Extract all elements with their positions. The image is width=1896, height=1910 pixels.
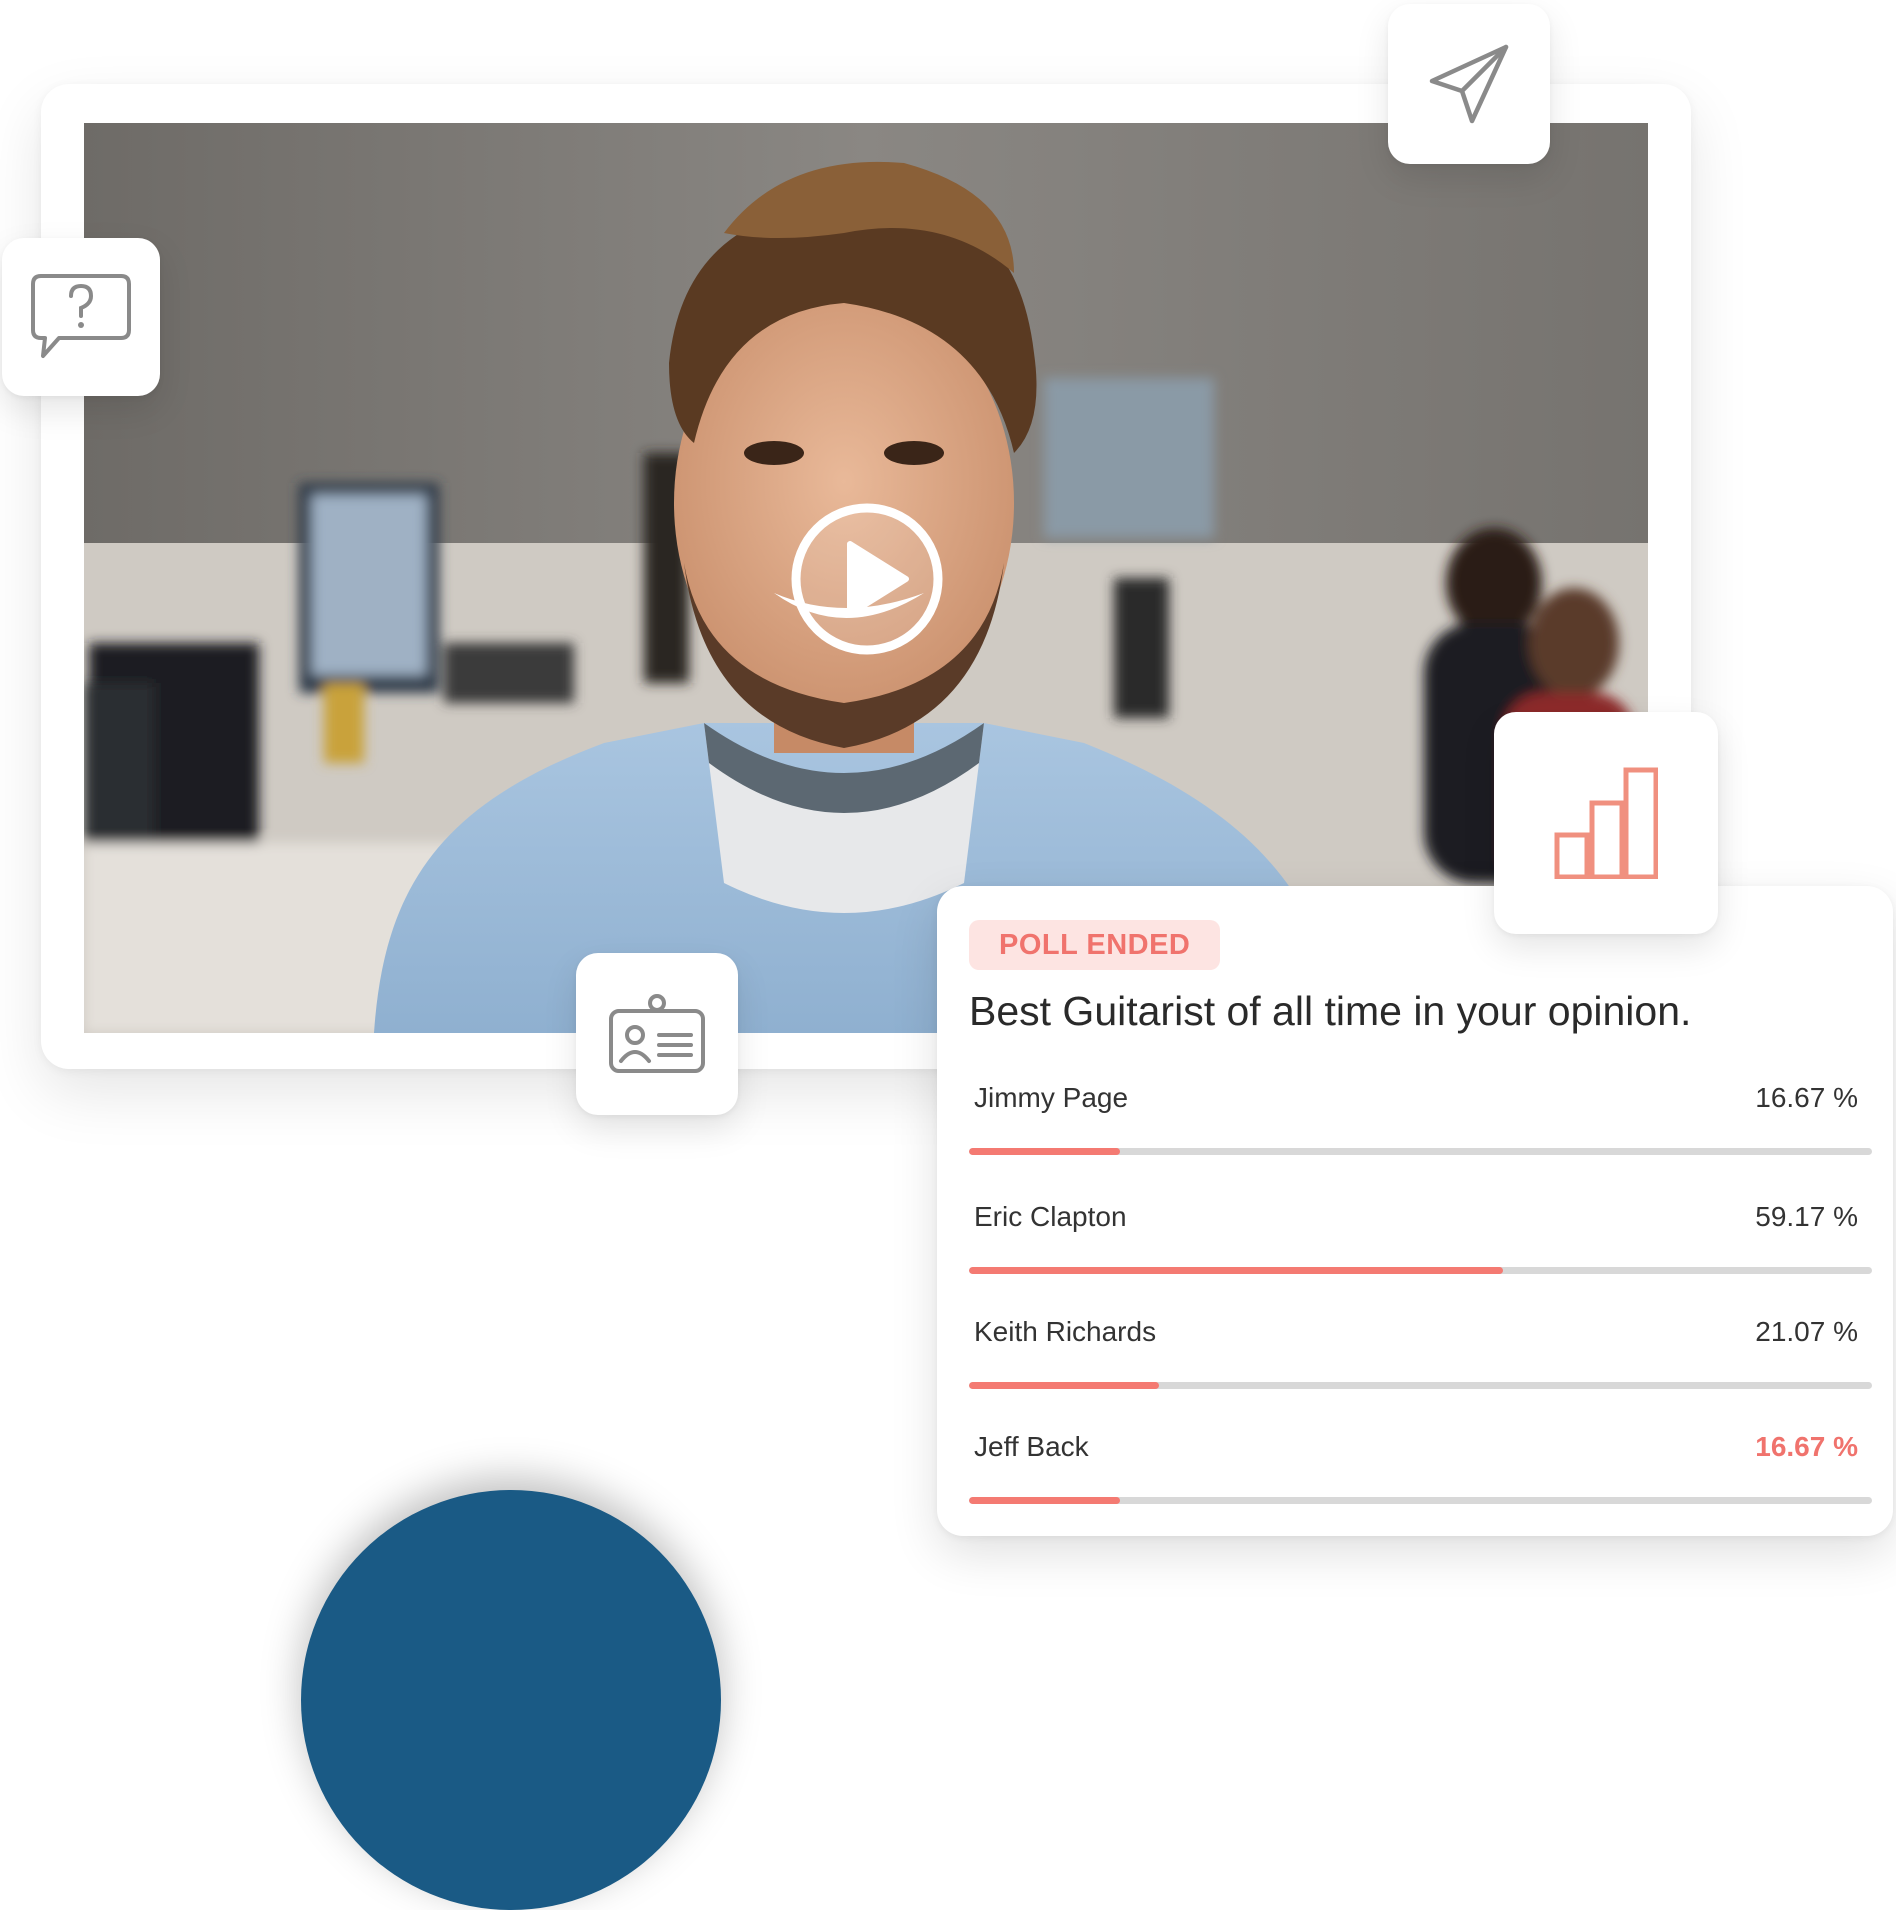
poll-results-button[interactable] (1494, 712, 1718, 934)
poll-status-badge: POLL ENDED (969, 920, 1221, 970)
option-name: Jimmy Page (974, 1082, 1129, 1113)
poll-option[interactable]: Keith Richards 21.07 % (969, 1316, 1872, 1396)
send-button[interactable] (1388, 4, 1550, 164)
option-progress-track (969, 1382, 1872, 1389)
questions-button[interactable] (2, 238, 160, 396)
contact-card-button[interactable] (576, 953, 738, 1115)
option-progress-fill (969, 1148, 1120, 1155)
option-progress-fill (969, 1497, 1120, 1504)
option-percent: 59.17 % (1755, 1201, 1858, 1232)
option-percent: 21.07 % (1755, 1316, 1858, 1347)
poll-option[interactable]: Jeff Back 16.67 % (969, 1431, 1872, 1511)
poll-option[interactable]: Eric Clapton 59.17 % (969, 1201, 1872, 1281)
poll-card: POLL ENDED Best Guitarist of all time in… (937, 886, 1893, 1536)
decorative-circle (301, 1490, 721, 1910)
paper-plane-icon (1429, 44, 1509, 124)
option-name: Keith Richards (974, 1316, 1157, 1347)
option-name: Eric Clapton (974, 1201, 1127, 1232)
poll-option[interactable]: Jimmy Page 16.67 % (969, 1082, 1872, 1162)
poll-question: Best Guitarist of all time in your opini… (969, 988, 1692, 1034)
play-button[interactable] (790, 502, 944, 656)
question-chat-icon (31, 274, 131, 358)
option-percent: 16.67 % (1755, 1082, 1858, 1113)
option-progress-track (969, 1267, 1872, 1274)
option-progress-fill (969, 1267, 1504, 1274)
bar-chart-icon (1554, 767, 1658, 879)
contact-card-icon (609, 994, 705, 1073)
option-progress-track (969, 1148, 1872, 1155)
option-progress-fill (969, 1382, 1160, 1389)
option-progress-track (969, 1497, 1872, 1504)
option-percent: 16.67 % (1755, 1431, 1858, 1462)
option-name: Jeff Back (974, 1431, 1089, 1462)
play-icon (791, 503, 943, 655)
